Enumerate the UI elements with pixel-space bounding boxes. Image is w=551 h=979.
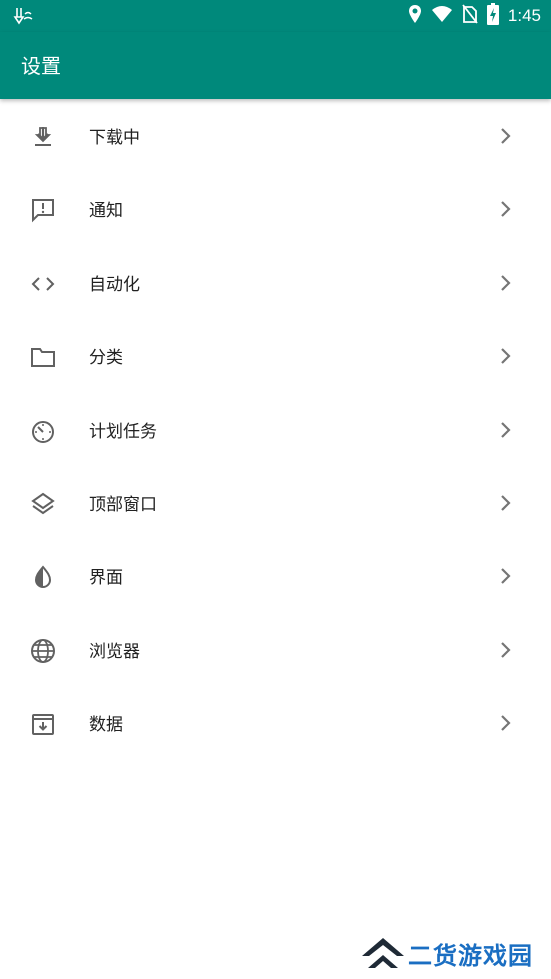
chevron-right-icon [499,126,513,146]
contrast-icon [29,563,57,591]
settings-item-label: 计划任务 [89,421,157,442]
chevron-right-icon [499,346,513,366]
chevron-right-icon [499,199,513,219]
page-title: 设置 [21,54,61,78]
settings-item-label: 顶部窗口 [89,494,157,515]
settings-item-category[interactable]: 分类 [0,319,551,392]
settings-item-downloading[interactable]: 下载中 [0,99,551,172]
archive-icon [29,710,57,738]
chevron-right-icon [499,273,513,293]
layers-icon [29,490,57,518]
battery-charging-icon [486,3,499,29]
settings-item-notification[interactable]: 通知 [0,172,551,245]
watermark-logo-icon [360,932,406,974]
chevron-right-icon [499,493,513,513]
globe-icon [29,637,57,665]
notification-icon [29,196,57,224]
app-toolbar: 设置 [0,32,551,99]
settings-item-automation[interactable]: 自动化 [0,246,551,319]
chevron-right-icon [499,420,513,440]
watermark-text: 二货游戏园 [408,942,533,970]
settings-item-label: 下载中 [89,128,140,148]
settings-item-data[interactable]: 数据 [0,686,551,759]
settings-item-scheduled-tasks[interactable]: 计划任务 [0,393,551,466]
settings-item-interface[interactable]: 界面 [0,539,551,612]
timer-icon [29,417,57,445]
download-icon [29,123,57,151]
no-sim-icon [462,4,478,28]
settings-item-label: 通知 [89,201,123,222]
location-icon [408,4,422,28]
chevron-right-icon [499,713,513,733]
settings-item-label: 数据 [89,715,123,736]
status-time: 1:45 [507,6,541,25]
settings-item-label: 浏览器 [89,641,140,662]
watermark: 二货游戏园 [360,932,551,974]
settings-item-label: 界面 [89,568,123,589]
settings-item-label: 分类 [89,348,123,369]
wifi-icon [431,5,453,27]
settings-item-label: 自动化 [89,274,140,295]
folder-icon [29,343,57,371]
chevron-right-icon [499,640,513,660]
settings-item-browser[interactable]: 浏览器 [0,613,551,686]
code-icon [29,270,57,298]
chevron-right-icon [499,566,513,586]
status-bar: 1:45 [0,0,551,32]
settings-list: 下载中 通知 自动化 分类 计划任务 顶部窗口 界面 浏览器 数据 [0,99,551,760]
debug-icon [12,6,34,26]
settings-item-top-window[interactable]: 顶部窗口 [0,466,551,539]
